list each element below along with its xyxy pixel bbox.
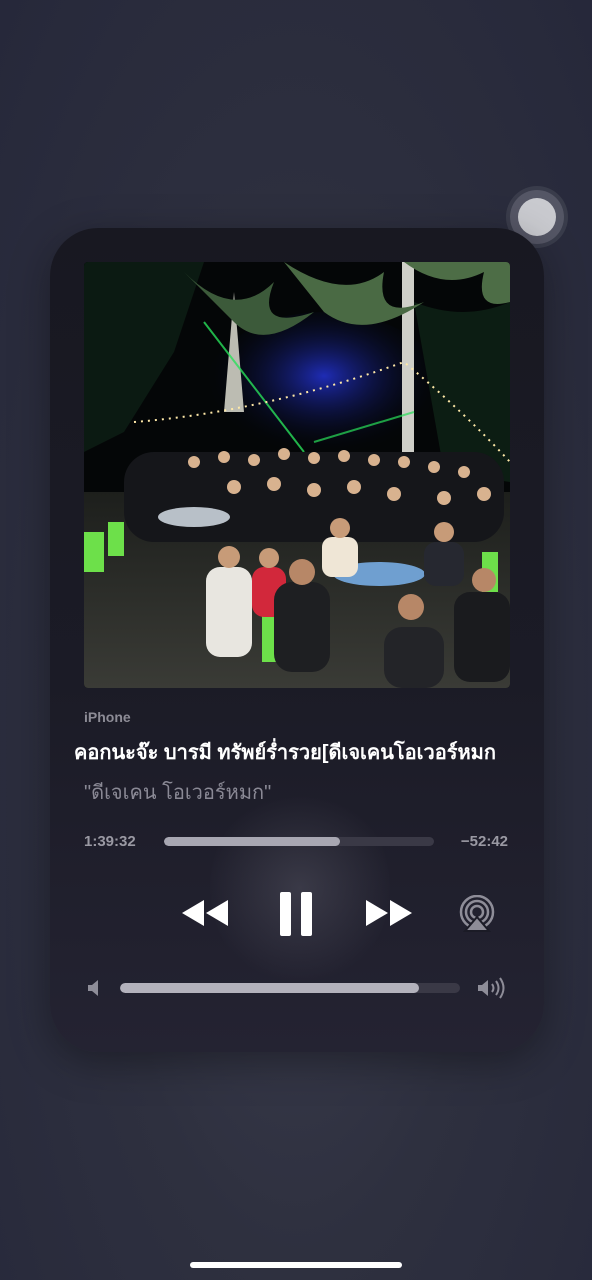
- home-indicator[interactable]: [190, 1262, 402, 1268]
- album-artwork[interactable]: [84, 262, 510, 688]
- pause-button[interactable]: [278, 892, 314, 936]
- time-elapsed: 1:39:32: [84, 833, 136, 850]
- volume-low-indicator: [86, 978, 102, 1003]
- volume-high-indicator: [476, 977, 510, 1004]
- time-remaining: −52:42: [460, 833, 508, 850]
- artist-name: "ดีเจเคน โอเวอร์หมก": [84, 782, 272, 804]
- rewind-icon: [182, 900, 228, 926]
- song-title: คอกนะจ๊ะ บารมี ทรัพย์ร่ำรวย[ดีเจเคนโอเวอ…: [74, 734, 520, 764]
- song-title-text: คอกนะจ๊ะ บารมี ทรัพย์ร่ำรวย[ดีเจเคนโอเวอ…: [74, 742, 496, 764]
- speaker-high-icon: [478, 977, 505, 999]
- now-playing-card: iPhone คอกนะจ๊ะ บารมี ทรัพย์ร่ำรวย[ดีเจเ…: [50, 228, 544, 1052]
- airplay-button[interactable]: [458, 895, 496, 933]
- fast-forward-icon: [366, 900, 412, 926]
- airplay-icon: [459, 895, 495, 932]
- assistive-touch-knob: [518, 198, 556, 236]
- artwork-photo-image: [84, 262, 510, 688]
- volume-level-fill: [120, 983, 420, 993]
- rewind-button[interactable]: [180, 898, 230, 928]
- pause-icon: [280, 892, 312, 936]
- volume-slider[interactable]: [120, 983, 460, 993]
- output-device-label: iPhone: [84, 709, 131, 725]
- background-glow: [210, 788, 390, 988]
- speaker-low-icon: [88, 980, 98, 996]
- playback-progress-fill: [164, 837, 340, 846]
- playback-scrubber[interactable]: [164, 837, 434, 846]
- fast-forward-button[interactable]: [364, 898, 414, 928]
